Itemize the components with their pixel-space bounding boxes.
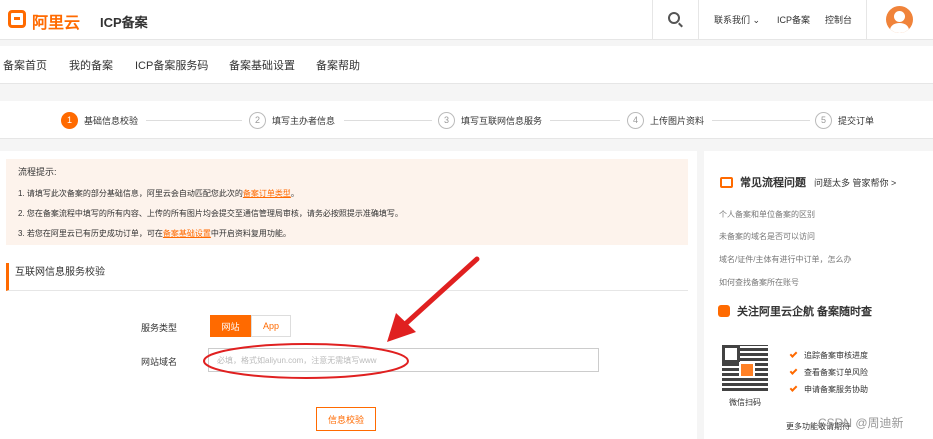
icp-filing-link[interactable]: ICP备案 — [777, 13, 810, 26]
service-type-website-button[interactable]: 网站 — [210, 315, 251, 337]
header-divider — [652, 0, 653, 40]
faq-title: 常见流程问题 — [740, 177, 806, 189]
product-title: ICP备案 — [100, 15, 148, 30]
follow-header: 关注阿里云企航 备案随时查 — [718, 303, 872, 319]
step-connector — [712, 120, 810, 121]
qr-caption: 微信扫码 — [729, 398, 761, 407]
step-label: 基础信息校验 — [84, 115, 139, 126]
step-label: 填写互联网信息服务 — [461, 115, 543, 126]
step-connector — [344, 120, 432, 121]
step-connector — [550, 120, 620, 121]
step-number: 2 — [249, 111, 266, 129]
service-type-app-button[interactable]: App — [251, 315, 291, 337]
nav-item-home[interactable]: 备案首页 — [3, 57, 47, 73]
step-label: 提交订单 — [838, 115, 875, 126]
step-number: 4 — [627, 111, 644, 129]
faq-item[interactable]: 未备案的域名是否可以访问 — [719, 231, 815, 242]
verify-button[interactable]: 信息校验 — [316, 407, 376, 431]
faq-item[interactable]: 个人备案和单位备案的区别 — [719, 209, 815, 220]
main-panel: 流程提示: 1. 请填写此次备案的部分基础信息，阿里云会自动匹配您此次的备案订单… — [0, 151, 697, 439]
basic-settings-link[interactable]: 备案基础设置 — [163, 229, 211, 238]
chat-icon — [720, 176, 733, 188]
step-label: 上传图片资料 — [650, 115, 705, 126]
step-5: 5 提交订单 — [815, 111, 874, 129]
benefit-item: 查看备案订单风险 — [789, 367, 868, 378]
benefit-item: 申请备案服务协助 — [789, 384, 868, 395]
check-icon — [789, 367, 798, 375]
notice-title: 流程提示: — [18, 167, 57, 177]
nav-item-help[interactable]: 备案帮助 — [316, 57, 360, 73]
faq-item[interactable]: 域名/证件/主体有进行中订单，怎么办 — [719, 254, 851, 265]
qr-code — [722, 345, 768, 391]
header-divider — [698, 0, 699, 40]
domain-label: 网站域名 — [141, 357, 178, 367]
notice-line-2: 2. 您在备案流程中填写的所有内容、上传的所有图片均会提交至通信管理局审核，请务… — [18, 209, 403, 218]
faq-header: 常见流程问题 问题太多 管家帮你 > — [720, 174, 896, 190]
check-icon — [789, 350, 798, 358]
contact-us-link[interactable]: 联系我们 ⌄ — [714, 13, 760, 26]
console-link[interactable]: 控制台 — [825, 13, 852, 26]
step-number: 1 — [61, 111, 78, 129]
step-number: 3 — [438, 111, 455, 129]
filing-order-type-link[interactable]: 备案订单类型 — [243, 189, 291, 198]
side-panel: 常见流程问题 问题太多 管家帮你 > 个人备案和单位备案的区别 未备案的域名是否… — [704, 151, 933, 439]
wechat-bubble-icon — [718, 305, 730, 317]
follow-title: 关注阿里云企航 备案随时查 — [737, 306, 873, 318]
watermark: CSDN @周迪新 — [818, 416, 904, 430]
progress-steps: 1 基础信息校验 2 填写主办者信息 3 填写互联网信息服务 4 上传图片资料 … — [0, 101, 933, 139]
service-type-label: 服务类型 — [141, 323, 178, 333]
domain-input[interactable] — [208, 348, 599, 372]
aliyun-logo-icon[interactable] — [8, 10, 26, 28]
step-number: 5 — [815, 111, 832, 129]
search-icon[interactable] — [668, 12, 680, 24]
notice-line-3: 3. 若您在阿里云已有历史成功订单，可在备案基础设置中开启资料复用功能。 — [18, 229, 291, 238]
user-avatar[interactable] — [886, 6, 913, 33]
step-3: 3 填写互联网信息服务 — [438, 111, 542, 129]
main-nav: 备案首页 我的备案 ICP备案服务码 备案基础设置 备案帮助 — [0, 46, 933, 84]
step-label: 填写主办者信息 — [272, 115, 336, 126]
step-4: 4 上传图片资料 — [627, 111, 704, 129]
benefit-item: 追踪备案审核进度 — [789, 350, 868, 361]
faq-item[interactable]: 如何查找备案所在账号 — [719, 277, 799, 288]
nav-item-basic-settings[interactable]: 备案基础设置 — [229, 57, 295, 73]
step-1: 1 基础信息校验 — [61, 111, 138, 129]
brand-name[interactable]: 阿里云 — [32, 9, 80, 33]
process-notice: 流程提示: 1. 请填写此次备案的部分基础信息，阿里云会自动匹配您此次的备案订单… — [6, 159, 688, 245]
nav-item-my-filing[interactable]: 我的备案 — [69, 57, 113, 73]
top-header: 阿里云 ICP备案 联系我们 ⌄ ICP备案 控制台 — [0, 0, 933, 40]
notice-line-1: 1. 请填写此次备案的部分基础信息，阿里云会自动匹配您此次的备案订单类型。 — [18, 189, 299, 198]
step-connector — [146, 120, 242, 121]
check-icon — [789, 384, 798, 392]
header-divider — [866, 0, 867, 40]
step-2: 2 填写主办者信息 — [249, 111, 335, 129]
section-title: 互联网信息服务校验 — [6, 263, 688, 291]
nav-item-service-code[interactable]: ICP备案服务码 — [135, 57, 208, 73]
faq-more-link[interactable]: 问题太多 管家帮你 > — [814, 176, 896, 189]
